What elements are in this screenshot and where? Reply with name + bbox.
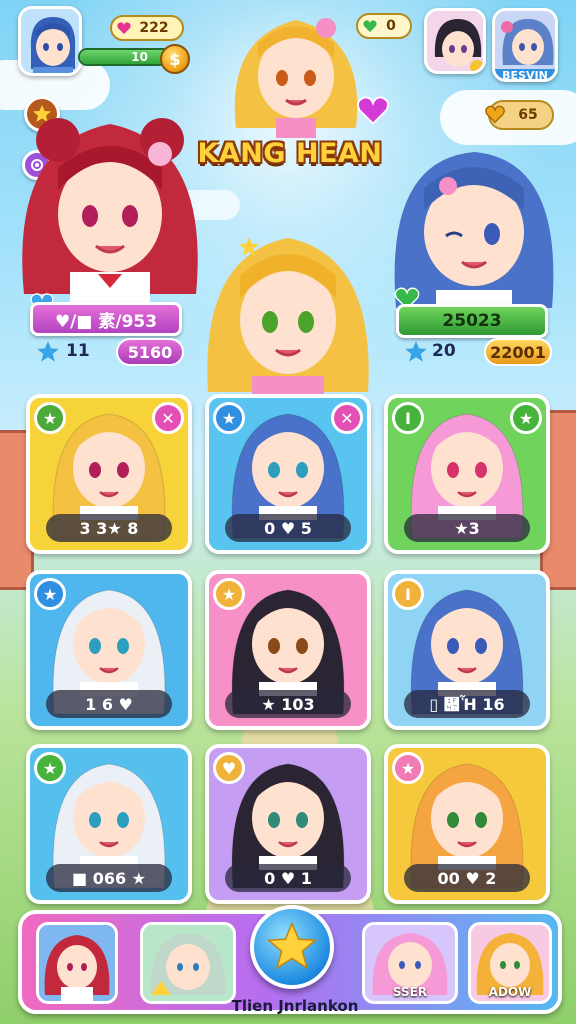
level-value: 10 [131, 50, 148, 64]
card-badge-left[interactable]: I [392, 578, 424, 610]
sparkle-star-icon [238, 236, 260, 262]
left-stat-a: 11 [66, 341, 90, 361]
rank-avatar[interactable]: BESVIN [492, 8, 558, 82]
center-top-character [226, 8, 366, 138]
card-badge-left[interactable]: ★ [213, 578, 245, 610]
dock-caption: Tlien Jnrlankon [231, 997, 359, 1015]
heart-icon [117, 22, 131, 34]
close-icon[interactable]: ✕ [152, 402, 184, 434]
card-score: 00 ♥ 2 [404, 864, 530, 892]
card-score: 1 6 ♥ [46, 690, 172, 718]
card-badge-left[interactable]: ★ [392, 752, 424, 784]
card-badge-left[interactable]: ♥ [213, 752, 245, 784]
card-badge-right[interactable]: ★ [510, 402, 542, 434]
friend-avatar[interactable] [424, 8, 486, 74]
character-card[interactable]: ★ ■ 066 ★ [26, 744, 192, 904]
hearts-counter: 222 [110, 15, 184, 41]
hearts-value: 222 [139, 20, 169, 36]
character-card[interactable]: I ▯ ὇Ἧ 16 [384, 570, 550, 730]
card-badge-left[interactable]: ★ [34, 402, 66, 434]
left-stat-b: 5160 [116, 338, 184, 366]
right-stat-b: 22001 [484, 338, 552, 366]
featured-character-center[interactable] [200, 216, 376, 394]
player-avatar[interactable] [18, 6, 82, 76]
card-score: 3 3★ 8 [46, 514, 172, 542]
character-card[interactable]: ★ ★ 103 [205, 570, 371, 730]
rank-label: BESVIN [502, 69, 548, 82]
dock-slot-red[interactable] [36, 922, 118, 1004]
gold-counter: 65 [485, 100, 554, 130]
character-card[interactable]: ★ 00 ♥ 2 [384, 744, 550, 904]
character-card[interactable]: ★ 1 6 ♥ [26, 570, 192, 730]
featured-character-left[interactable] [10, 104, 210, 304]
level-progress-fill [80, 50, 164, 64]
character-card[interactable]: I ★ ★3 [384, 394, 550, 554]
right-name: 25023 [442, 311, 502, 331]
gold-value: 65 [518, 107, 538, 123]
card-score: ▯ ὇Ἧ 16 [404, 690, 530, 718]
left-name: ♥/■ 素/953 [54, 311, 158, 332]
character-card[interactable]: ★ ✕ 0 ♥ 5 [205, 394, 371, 554]
main-star-button[interactable] [250, 905, 334, 989]
left-gem-icon [36, 340, 60, 368]
left-name-plate: ♥/■ 素/953 [30, 302, 182, 336]
card-badge-left[interactable]: I [392, 402, 424, 434]
right-gem-icon [404, 340, 428, 368]
card-badge-left[interactable]: ★ [213, 402, 245, 434]
dock-slot-pink[interactable]: SSER [362, 922, 458, 1004]
dock-slot-silver[interactable] [140, 922, 236, 1004]
dock-slot-orange[interactable]: ADOW [468, 922, 552, 1004]
card-score: ■ 066 ★ [46, 864, 172, 892]
coin-icon[interactable]: $ [160, 44, 190, 74]
card-badge-left[interactable]: ★ [34, 578, 66, 610]
character-card[interactable]: ★ ✕ 3 3★ 8 [26, 394, 192, 554]
right-stat-a: 20 [432, 341, 456, 361]
coin-symbol: $ [169, 49, 181, 69]
card-score: ★3 [404, 514, 530, 542]
close-icon[interactable]: ✕ [331, 402, 363, 434]
dock-slot-orange-label: ADOW [488, 985, 532, 999]
star-icon [266, 921, 318, 970]
floating-heart-icon [354, 92, 392, 132]
game-title: KANG HEAN [197, 138, 383, 169]
character-card[interactable]: ♥ 0 ♥ 1 [205, 744, 371, 904]
card-badge-left[interactable]: ★ [34, 752, 66, 784]
card-score: 0 ♥ 5 [225, 514, 351, 542]
gems-value: 0 [386, 18, 396, 34]
card-score: ★ 103 [225, 690, 351, 718]
card-score: 0 ♥ 1 [225, 864, 351, 892]
gold-heart-icon [485, 105, 505, 124]
right-name-plate: 25023 [396, 304, 548, 338]
